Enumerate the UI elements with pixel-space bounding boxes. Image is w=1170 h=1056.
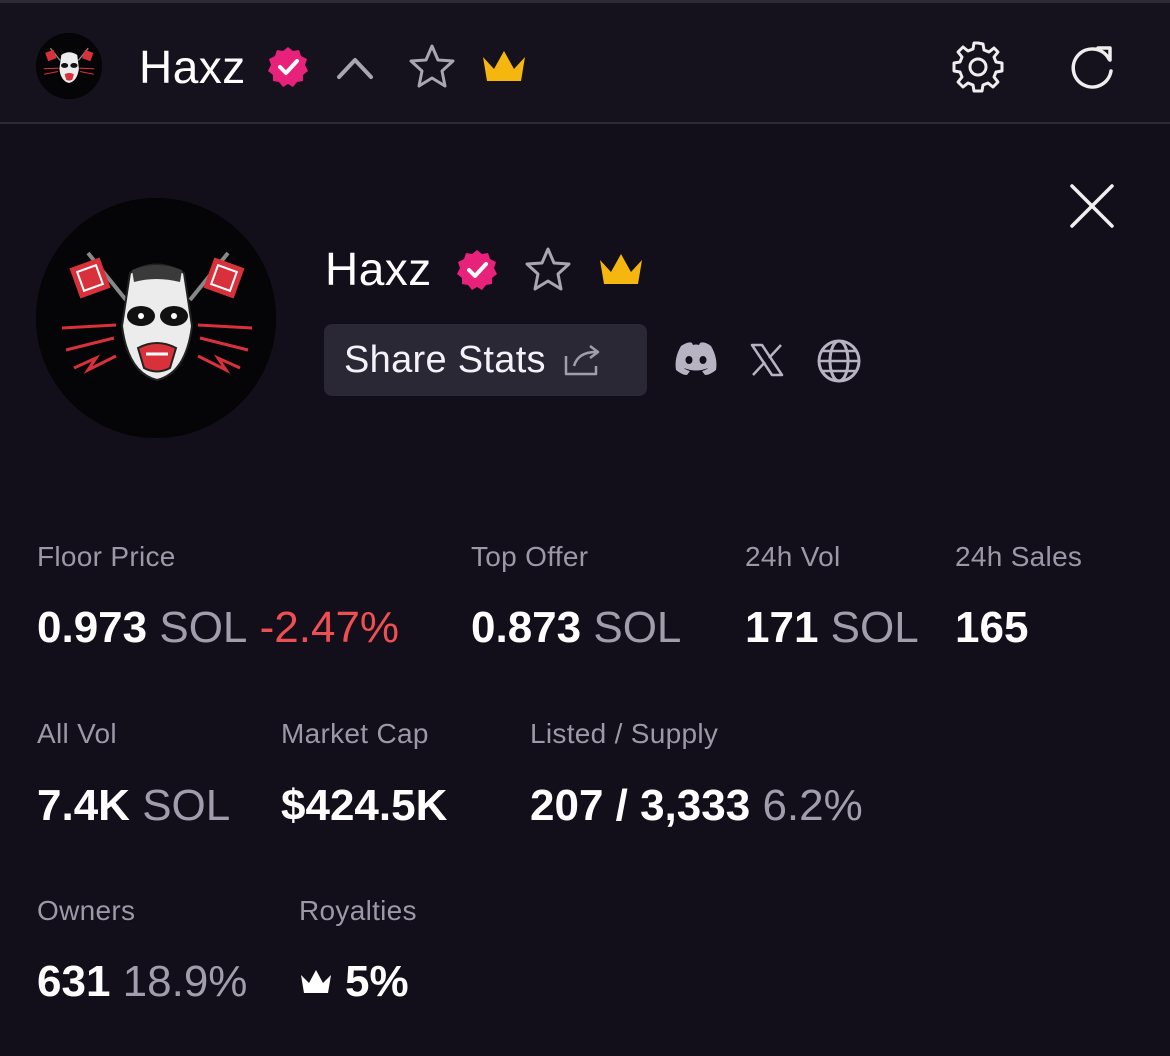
top-offer-label: Top Offer	[471, 541, 589, 572]
top-bar: Haxz	[0, 0, 1170, 124]
star-icon[interactable]	[406, 41, 458, 93]
floor-price-amount: 0.973	[37, 603, 148, 652]
verified-badge-icon	[266, 45, 310, 89]
collection-avatar-large	[36, 198, 276, 438]
close-icon[interactable]	[1064, 178, 1120, 234]
floor-price-value: 0.973 SOL -2.47%	[37, 602, 399, 654]
royalties-amount: 5%	[345, 957, 409, 1006]
all-vol-value: 7.4K SOL	[37, 780, 230, 832]
settings-gear-icon[interactable]	[948, 37, 1008, 97]
floor-price-unit: SOL	[159, 603, 248, 652]
owners-pct: 18.9%	[122, 957, 248, 1006]
all-vol-unit: SOL	[142, 781, 231, 830]
top-offer-unit: SOL	[593, 603, 682, 652]
crown-icon	[596, 250, 646, 290]
listed-supply-pct: 6.2%	[762, 781, 863, 830]
market-cap-value: $424.5K	[281, 781, 448, 830]
sales-24h-value: 165	[955, 603, 1029, 652]
listed-supply-amount: 207 / 3,333	[530, 781, 751, 830]
crown-icon	[299, 968, 333, 996]
chevron-up-icon[interactable]	[334, 49, 376, 85]
top-offer-amount: 0.873	[471, 603, 582, 652]
floor-price-label: Floor Price	[37, 541, 176, 572]
verified-badge-icon	[455, 248, 499, 292]
owners-value: 631 18.9%	[37, 956, 247, 1008]
collection-avatar-small[interactable]	[36, 33, 102, 99]
collection-stats-panel: Haxz Share Stats Floor Price 0.973 SOL -…	[0, 126, 1170, 1056]
vol-24h-label: 24h Vol	[745, 541, 841, 572]
market-cap-label: Market Cap	[281, 718, 429, 749]
globe-icon[interactable]	[816, 338, 862, 384]
top-offer-value: 0.873 SOL	[471, 602, 681, 654]
discord-icon[interactable]	[673, 340, 719, 376]
listed-supply-label: Listed / Supply	[530, 718, 719, 749]
star-icon[interactable]	[522, 244, 574, 296]
all-vol-label: All Vol	[37, 718, 117, 749]
royalties-value: 5%	[299, 956, 409, 1008]
share-icon	[562, 342, 604, 378]
crown-icon	[479, 47, 529, 87]
floor-price-change: -2.47%	[259, 603, 400, 652]
collection-title: Haxz	[139, 41, 246, 93]
all-vol-amount: 7.4K	[37, 781, 130, 830]
owners-amount: 631	[37, 957, 111, 1006]
vol-24h-amount: 171	[745, 603, 819, 652]
collection-name: Haxz	[325, 243, 432, 295]
vol-24h-value: 171 SOL	[745, 602, 919, 654]
owners-label: Owners	[37, 895, 136, 926]
listed-supply-value: 207 / 3,333 6.2%	[530, 780, 863, 832]
x-icon[interactable]	[748, 342, 786, 378]
refresh-icon[interactable]	[1064, 39, 1120, 95]
sales-24h-label: 24h Sales	[955, 541, 1083, 572]
royalties-label: Royalties	[299, 895, 417, 926]
vol-24h-unit: SOL	[830, 603, 919, 652]
share-stats-button[interactable]: Share Stats	[324, 324, 647, 396]
share-stats-label: Share Stats	[344, 338, 546, 381]
